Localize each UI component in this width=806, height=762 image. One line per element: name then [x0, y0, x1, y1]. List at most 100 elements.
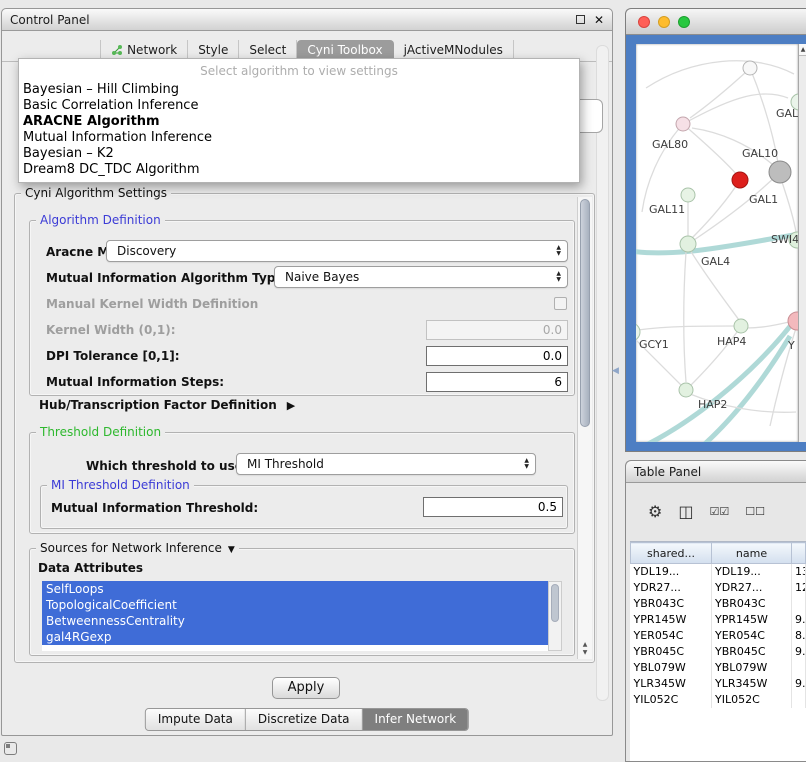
restore-panel-button[interactable]	[4, 742, 17, 755]
table-cell: YER054C	[631, 628, 712, 644]
network-scrollbar[interactable]: ▲	[798, 44, 806, 442]
mi-algorithm-select[interactable]: Naive Bayes ▲▼	[274, 266, 568, 288]
table-row[interactable]: YBR043CYBR043C	[631, 596, 806, 612]
network-edge[interactable]	[690, 72, 746, 118]
splitter-collapse-button[interactable]: ◀	[612, 366, 619, 376]
attributes-scrollbar[interactable]	[548, 581, 562, 651]
table-row[interactable]: YDL19...YDL19...13	[631, 564, 806, 580]
table-cell: 13	[792, 564, 806, 580]
column-header-shared-name[interactable]: shared...	[631, 543, 712, 564]
network-edge[interactable]	[683, 94, 788, 124]
mi-steps-input[interactable]	[426, 372, 568, 392]
zoom-traffic-light[interactable]	[678, 16, 690, 28]
settings-scrollbar[interactable]: ▲▼	[577, 197, 592, 659]
close-icon[interactable]: ✕	[594, 15, 604, 25]
control-panel-scrollbar[interactable]	[596, 45, 609, 701]
manual-kernel-label: Manual Kernel Width Definition	[46, 297, 258, 311]
float-window-icon[interactable]	[576, 15, 585, 24]
dpi-tolerance-label: DPI Tolerance [0,1]:	[46, 349, 180, 363]
table-cell: YBL079W	[712, 660, 792, 676]
select-all-icon[interactable]: ☑☑	[709, 503, 729, 521]
network-node[interactable]	[734, 319, 748, 333]
tab-label: Cyni Toolbox	[307, 43, 382, 57]
table-row[interactable]: YLR345WYLR345W9.	[631, 676, 806, 692]
algorithm-option[interactable]: Basic Correlation Inference	[19, 98, 579, 114]
network-node[interactable]	[676, 117, 690, 131]
network-node[interactable]	[743, 61, 757, 75]
dpi-tolerance-input[interactable]	[426, 346, 568, 366]
network-node[interactable]	[769, 161, 791, 183]
scrollbar-arrows-icon[interactable]: ▲▼	[578, 641, 592, 657]
cyni-settings-group: Cyni Algorithm Settings ▲▼ Algorithm Def…	[14, 193, 595, 663]
column-header-name[interactable]: name	[712, 543, 792, 564]
table-cell: YDR27...	[631, 580, 712, 596]
which-threshold-value: MI Threshold	[247, 457, 324, 471]
sources-toggle[interactable]: Sources for Network Inference▼	[36, 541, 239, 555]
table-row[interactable]: YER054CYER054C8.	[631, 628, 806, 644]
network-edge[interactable]	[638, 326, 734, 330]
table-row[interactable]: YBR045CYBR045C9.	[631, 644, 806, 660]
minimize-traffic-light[interactable]	[658, 16, 670, 28]
network-view-frame: GAL80GAL10GAL8GAL11GAL1SWI4GAL4GCY1HAP4Y…	[626, 35, 806, 451]
table-row[interactable]: YBL079WYBL079W	[631, 660, 806, 676]
network-edge[interactable]	[684, 252, 686, 382]
table-panel-titlebar: Table Panel	[626, 461, 806, 483]
algorithm-option[interactable]: Dream8 DC_TDC Algorithm	[19, 162, 579, 178]
table-toolbar: ⚙ ◫ ☑☑ ☐☐	[648, 503, 765, 521]
column-header-extra[interactable]	[792, 543, 806, 564]
table-cell: YBR043C	[712, 596, 792, 612]
table-cell	[792, 660, 806, 676]
scrollbar-thumb[interactable]	[580, 199, 590, 427]
threshold-definition-group: Threshold Definition Which threshold to …	[29, 432, 575, 534]
table-cell: YDR27...	[712, 580, 792, 596]
node-label: GAL10	[742, 147, 778, 160]
bottom-tab-discretize-data[interactable]: Discretize Data	[246, 709, 363, 730]
control-panel-window: Control Panel ✕ NetworkStyleSelectCyni T…	[1, 8, 613, 736]
network-edge[interactable]	[692, 180, 740, 238]
network-edge[interactable]	[646, 61, 794, 88]
algorithm-option[interactable]: Bayesian – Hill Climbing	[19, 82, 579, 98]
threshold-definition-title: Threshold Definition	[36, 425, 165, 439]
network-node[interactable]	[679, 383, 693, 397]
close-traffic-light[interactable]	[638, 16, 650, 28]
algorithm-select-fragment[interactable]	[579, 99, 603, 133]
kernel-width-label: Kernel Width (0,1):	[46, 323, 176, 337]
table-cell: 9.	[792, 612, 806, 628]
gear-icon[interactable]: ⚙	[648, 503, 662, 521]
attribute-item[interactable]: TopologicalCoefficient	[42, 597, 548, 613]
network-node[interactable]	[681, 188, 695, 202]
aracne-mode-select[interactable]: Discovery ▲▼	[106, 240, 568, 262]
network-edge[interactable]	[782, 182, 796, 232]
table-cell: YDL19...	[712, 564, 792, 580]
network-node[interactable]	[732, 172, 748, 188]
mi-steps-label: Mutual Information Steps:	[46, 375, 224, 389]
table-row[interactable]: YDR27...YDR27...12	[631, 580, 806, 596]
bottom-tab-impute-data[interactable]: Impute Data	[146, 709, 246, 730]
scroll-up-icon[interactable]: ▲	[799, 44, 806, 56]
attribute-item[interactable]: SelfLoops	[42, 581, 548, 597]
algorithm-option[interactable]: Mutual Information Inference	[19, 130, 579, 146]
popup-placeholder: Select algorithm to view settings	[19, 59, 579, 82]
network-edge[interactable]	[636, 302, 798, 442]
network-node[interactable]	[680, 236, 696, 252]
scrollbar-thumb[interactable]	[551, 584, 559, 622]
which-threshold-select[interactable]: MI Threshold ▲▼	[236, 453, 536, 475]
attribute-item[interactable]: BetweennessCentrality	[42, 613, 548, 629]
mi-threshold-input[interactable]	[423, 497, 563, 517]
network-edge[interactable]	[747, 322, 789, 328]
network-window-titlebar	[626, 9, 806, 35]
bottom-tab-infer-network[interactable]: Infer Network	[363, 709, 469, 730]
tab-label: Select	[249, 43, 286, 57]
screen: { "colors": { "selection_blue": "#3f6cd7…	[0, 0, 806, 762]
algorithm-option[interactable]: ARACNE Algorithm	[19, 114, 579, 130]
deselect-all-icon[interactable]: ☐☐	[745, 503, 765, 521]
apply-button[interactable]: Apply	[272, 677, 340, 699]
hub-definition-toggle[interactable]: Hub/Transcription Factor Definition▶	[39, 398, 295, 412]
attribute-item[interactable]: gal4RGexp	[42, 629, 548, 645]
algorithm-option[interactable]: Bayesian – K2	[19, 146, 579, 162]
columns-icon[interactable]: ◫	[678, 503, 693, 521]
network-canvas[interactable]: GAL80GAL10GAL8GAL11GAL1SWI4GAL4GCY1HAP4Y…	[636, 44, 798, 442]
network-edge[interactable]	[698, 336, 790, 442]
table-row[interactable]: YPR145WYPR145W9.	[631, 612, 806, 628]
table-row[interactable]: YIL052CYIL052C	[631, 692, 806, 708]
